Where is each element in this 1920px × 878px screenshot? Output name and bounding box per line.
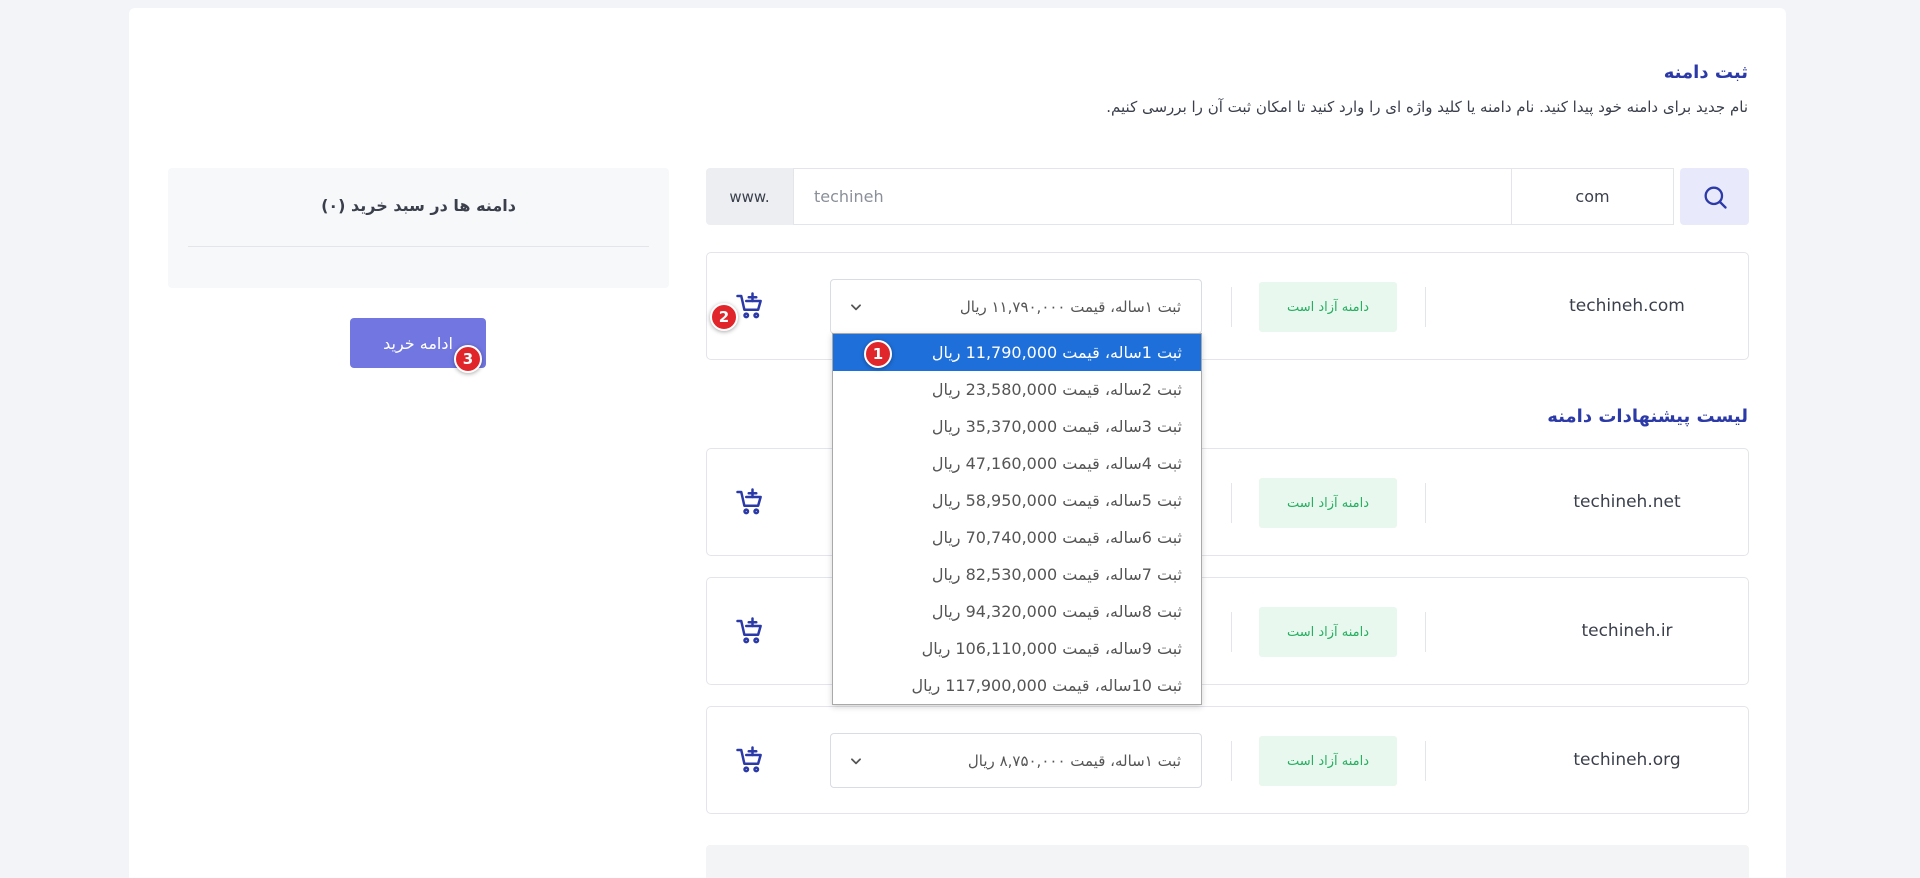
divider bbox=[1231, 741, 1232, 781]
divider bbox=[1231, 612, 1232, 652]
dropdown-option[interactable]: ثبت 3ساله، قیمت 35,370,000 ریال bbox=[833, 408, 1201, 445]
suggestion-row: techineh.org دامنه آزاد است ثبت ۱ساله، ق… bbox=[706, 706, 1749, 814]
divider bbox=[1231, 287, 1232, 327]
domain-name: techineh.net bbox=[1573, 492, 1681, 512]
status-badge: دامنه آزاد است bbox=[1259, 607, 1397, 657]
dropdown-option[interactable]: ثبت 10ساله، قیمت 117,900,000 ریال bbox=[833, 667, 1201, 704]
dropdown-option[interactable]: ثبت 6ساله، قیمت 70,740,000 ریال bbox=[833, 519, 1201, 556]
period-select[interactable]: ثبت ۱ساله، قیمت ۱۱,۷۹۰,۰۰۰ ریال bbox=[830, 279, 1202, 334]
www-prefix: www. bbox=[706, 168, 793, 225]
chevron-down-icon bbox=[851, 303, 861, 310]
period-select-value: ثبت ۱ساله، قیمت ۱۱,۷۹۰,۰۰۰ ریال bbox=[959, 297, 1181, 316]
divider bbox=[1425, 612, 1426, 652]
divider bbox=[1425, 483, 1426, 523]
dropdown-option[interactable]: ثبت 8ساله، قیمت 94,320,000 ریال bbox=[833, 593, 1201, 630]
dropdown-option[interactable]: ثبت 5ساله، قیمت 58,950,000 ریال bbox=[833, 482, 1201, 519]
period-dropdown-list: ثبت 1ساله، قیمت 11,790,000 ریال ثبت 2سال… bbox=[832, 333, 1202, 705]
cart-title: دامنه ها در سبد خرید (۰) bbox=[321, 196, 516, 215]
chevron-down-icon bbox=[851, 757, 861, 764]
step-marker: 2 bbox=[710, 303, 738, 331]
divider bbox=[1425, 287, 1426, 327]
status-badge: دامنه آزاد است bbox=[1259, 736, 1397, 786]
search-icon bbox=[1704, 186, 1727, 209]
period-select-value: ثبت ۱ساله، قیمت ۸,۷۵۰,۰۰۰ ریال bbox=[967, 751, 1181, 770]
domain-name: techineh.com bbox=[1569, 296, 1685, 316]
search-button[interactable] bbox=[1680, 168, 1749, 225]
dropdown-option[interactable]: ثبت 7ساله، قیمت 82,530,000 ریال bbox=[833, 556, 1201, 593]
bottom-panel bbox=[706, 845, 1749, 878]
divider bbox=[188, 246, 649, 247]
add-to-cart-icon[interactable] bbox=[735, 745, 765, 775]
add-to-cart-icon[interactable] bbox=[735, 291, 765, 321]
domain-name: techineh.ir bbox=[1581, 621, 1673, 641]
status-badge: دامنه آزاد است bbox=[1259, 282, 1397, 332]
divider bbox=[1231, 483, 1232, 523]
domain-search-bar: www. com bbox=[706, 168, 1749, 225]
add-to-cart-icon[interactable] bbox=[735, 487, 765, 517]
dropdown-option[interactable]: ثبت 9ساله، قیمت 106,110,000 ریال bbox=[833, 630, 1201, 667]
period-select[interactable]: ثبت ۱ساله، قیمت ۸,۷۵۰,۰۰۰ ریال bbox=[830, 733, 1202, 788]
cart-panel: دامنه ها در سبد خرید (۰) bbox=[168, 168, 669, 288]
page-title: ثبت دامنه bbox=[1663, 62, 1748, 83]
tld-select[interactable]: com bbox=[1511, 168, 1674, 225]
dropdown-option[interactable]: ثبت 4ساله، قیمت 47,160,000 ریال bbox=[833, 445, 1201, 482]
dropdown-option[interactable]: ثبت 2ساله، قیمت 23,580,000 ریال bbox=[833, 371, 1201, 408]
domain-name-input[interactable] bbox=[793, 168, 1511, 225]
domain-name: techineh.org bbox=[1573, 750, 1681, 770]
suggestions-title: لیست پیشنهادات دامنه bbox=[1547, 406, 1748, 427]
status-badge: دامنه آزاد است bbox=[1259, 478, 1397, 528]
divider bbox=[1425, 741, 1426, 781]
page-subtitle: نام جدید برای دامنه خود پیدا کنید. نام د… bbox=[1106, 98, 1748, 116]
step-marker: 3 bbox=[454, 345, 482, 373]
step-marker: 1 bbox=[864, 340, 892, 368]
add-to-cart-icon[interactable] bbox=[735, 616, 765, 646]
